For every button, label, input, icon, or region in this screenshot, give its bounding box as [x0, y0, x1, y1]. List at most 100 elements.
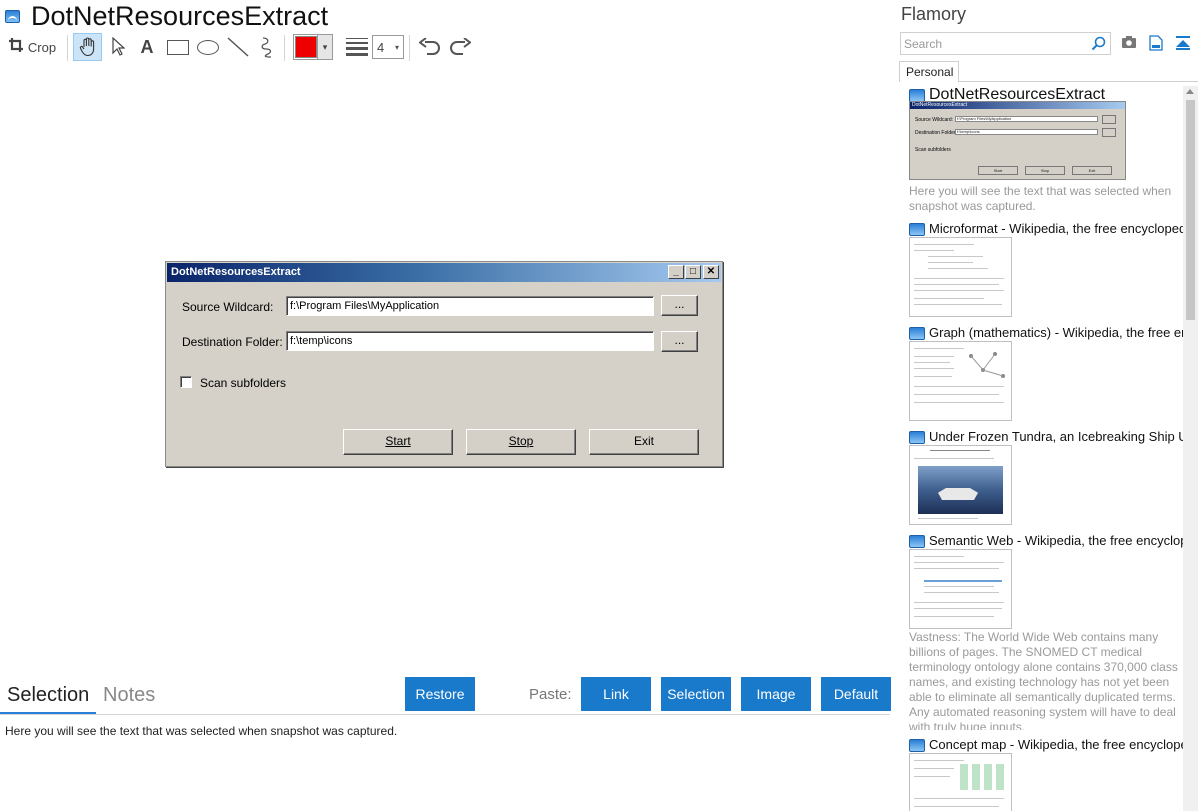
paste-link-button[interactable]: Link [581, 677, 651, 711]
mini-dest-field: f:\temp\icons [955, 129, 1098, 135]
dialog-titlebar: DotNetResourcesExtract _ □ ✕ [167, 263, 721, 282]
chevron-down-icon: ▾ [394, 42, 399, 52]
undo-icon [419, 38, 440, 55]
tab-personal[interactable]: Personal [899, 61, 959, 82]
ellipse-icon [197, 39, 219, 55]
app-icon [5, 10, 20, 23]
line-width-icon [344, 33, 370, 61]
mini-source-field: f:\Program Files\MyApplication [955, 116, 1098, 122]
restore-button[interactable]: Restore [405, 677, 475, 711]
maximize-icon: □ [685, 265, 701, 279]
toolbar-divider [67, 35, 68, 61]
mini-browse-button [1102, 115, 1116, 124]
snapshot-thumbnail[interactable] [909, 753, 1012, 811]
captured-dialog: DotNetResourcesExtract _ □ ✕ Source Wild… [165, 261, 723, 467]
document-icon[interactable] [1149, 35, 1163, 51]
scan-subfolders-checkbox [180, 376, 192, 388]
dialog-title: DotNetResourcesExtract [171, 266, 301, 278]
sidebar-title: Flamory [901, 4, 967, 24]
snapshot-title[interactable]: Under Frozen Tundra, an Icebreaking Ship… [929, 429, 1183, 444]
search-placeholder: Search [904, 37, 943, 51]
collapse-icon[interactable] [1175, 35, 1191, 51]
exit-button: Exit [589, 429, 699, 455]
redo-button[interactable] [446, 33, 474, 61]
mini-dest-label: Destination Folder: [915, 130, 957, 136]
start-label: Start [385, 434, 411, 448]
color-picker[interactable]: ▾ [293, 34, 333, 60]
search-icon[interactable] [1091, 36, 1106, 51]
snapshot-icon [909, 327, 925, 340]
mini-scan-label: Scan subfolders [915, 147, 951, 153]
minimize-icon: _ [668, 265, 684, 279]
pan-tool-button[interactable] [73, 33, 102, 61]
snapshot-title[interactable]: Concept map - Wikipedia, the free encycl… [929, 737, 1183, 752]
stop-label: Stop [508, 434, 534, 448]
snapshot-thumbnail[interactable] [909, 445, 1012, 525]
crop-button[interactable]: Crop [6, 33, 58, 61]
text-tool-button[interactable]: A [134, 33, 160, 61]
paste-image-button[interactable]: Image [741, 677, 811, 711]
snapshot-thumbnail[interactable]: DotNetResourcesExtract Source Wildcard: … [909, 101, 1126, 180]
destination-browse-button: ... [661, 331, 698, 352]
rectangle-tool-button[interactable] [166, 33, 190, 61]
scroll-up-icon[interactable] [1186, 89, 1194, 94]
paste-selection-button[interactable]: Selection [661, 677, 731, 711]
mini-dialog-title: DotNetResourcesExtract [910, 102, 1125, 109]
pointer-icon [112, 37, 125, 56]
text-tool-icon: A [140, 36, 154, 57]
stop-button: Stop [466, 429, 576, 455]
page-title: DotNetResourcesExtract [31, 1, 329, 31]
snapshot-description: Here you will see the text that was sele… [909, 184, 1172, 213]
color-swatch [295, 36, 317, 58]
undo-button[interactable] [416, 33, 444, 61]
search-input[interactable]: Search [900, 32, 1111, 55]
annotation-toolbar: Crop A ▾ 4 ▾ [0, 33, 500, 63]
snapshot-icon [909, 535, 925, 548]
snapshot-icon [909, 739, 925, 752]
snapshot-thumbnail[interactable] [909, 549, 1012, 629]
selection-text[interactable]: Here you will see the text that was sele… [5, 724, 397, 738]
scrollbar-thumb[interactable] [1186, 100, 1195, 320]
freehand-icon [261, 37, 272, 58]
mini-browse-button [1102, 128, 1116, 137]
line-width-value: 4 [377, 39, 385, 55]
line-icon [227, 37, 249, 57]
snapshot-description: Vastness: The World Wide Web contains ma… [909, 630, 1178, 730]
divider [958, 81, 1198, 82]
mini-stop-button: Stop [1025, 166, 1065, 175]
snapshot-thumbnail[interactable] [909, 237, 1012, 317]
tab-notes[interactable]: Notes [103, 684, 155, 707]
camera-icon[interactable] [1121, 35, 1137, 49]
snapshot-title[interactable]: Semantic Web - Wikipedia, the free encyc… [929, 533, 1183, 548]
crop-icon [8, 37, 24, 58]
source-wildcard-label: Source Wildcard: [182, 300, 274, 314]
mini-source-label: Source Wildcard: [915, 117, 954, 123]
freehand-tool-button[interactable] [256, 33, 280, 61]
ellipse-tool-button[interactable] [196, 33, 220, 61]
source-wildcard-field: f:\Program Files\MyApplication [286, 296, 654, 316]
destination-folder-label: Destination Folder: [182, 335, 283, 349]
select-tool-button[interactable] [105, 33, 131, 61]
close-icon: ✕ [703, 265, 719, 279]
chevron-down-icon: ▾ [317, 35, 332, 59]
snapshot-thumbnail[interactable] [909, 341, 1012, 421]
snapshot-title[interactable]: Graph (mathematics) - Wikipedia, the fre… [929, 325, 1183, 340]
toolbar-divider [409, 35, 410, 61]
line-width-select[interactable]: 4 ▾ [372, 35, 404, 59]
tab-selection[interactable]: Selection [7, 684, 89, 707]
divider [0, 714, 890, 715]
paste-default-button[interactable]: Default [821, 677, 891, 711]
hand-icon [79, 37, 94, 57]
toolbar-divider [284, 35, 285, 61]
scrollbar[interactable] [1183, 86, 1198, 811]
snapshot-list: DotNetResourcesExtract DotNetResourcesEx… [900, 86, 1183, 811]
line-tool-button[interactable] [226, 33, 250, 61]
redo-icon [450, 38, 471, 55]
mini-exit-button: Exit [1072, 166, 1112, 175]
snapshot-title[interactable]: Microformat - Wikipedia, the free encycl… [929, 221, 1183, 236]
destination-folder-field: f:\temp\icons [286, 331, 654, 351]
crop-label: Crop [27, 39, 57, 55]
scan-subfolders-label: Scan subfolders [200, 376, 287, 390]
snapshot-icon [909, 431, 925, 444]
source-browse-button: ... [661, 295, 698, 316]
